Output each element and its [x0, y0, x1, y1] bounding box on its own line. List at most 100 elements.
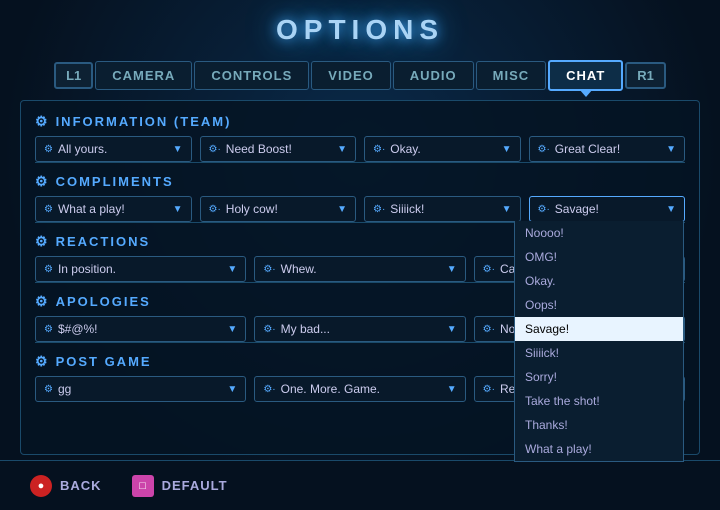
dd-value-postgame-1: One. More. Game.: [281, 382, 380, 396]
section-icon: ⚙: [35, 113, 50, 130]
dd-value-reactions-1: Whew.: [281, 262, 317, 276]
dropdown-information-0[interactable]: ⚙ All yours. ▼: [35, 136, 192, 162]
dd-icon-compliments-3: ⚙·: [538, 204, 550, 215]
dropdown-reactions-0[interactable]: ⚙ In position. ▼: [35, 256, 246, 282]
page-title: OPTIONS: [0, 14, 720, 46]
dropdown-compliments-1[interactable]: ⚙· Holy cow! ▼: [200, 196, 357, 222]
dd-arrow-compliments-2: ▼: [502, 204, 512, 215]
dd-icon-compliments-2: ⚙·: [373, 204, 385, 215]
dropdowns-row-compliments: ⚙ What a play! ▼ ⚙· Holy cow! ▼ ⚙· Siiiick! ▼ ⚙· S…: [35, 196, 685, 222]
dd-value-apologies-0: $#@%!: [58, 322, 98, 336]
default-label: DEFAULT: [162, 478, 228, 493]
dd-arrow-compliments-0: ▼: [173, 204, 183, 215]
dd-icon-apologies-0: ⚙: [44, 324, 53, 335]
dropdown-compliments-2[interactable]: ⚙· Siiiick! ▼: [364, 196, 521, 222]
section-title-information: ⚙INFORMATION (TEAM): [35, 113, 685, 130]
tab-controls[interactable]: CONTROLS: [194, 61, 309, 90]
dropdown-information-1[interactable]: ⚙· Need Boost! ▼: [200, 136, 357, 162]
dd-arrow-postgame-1: ▼: [447, 384, 457, 395]
menu-item-9[interactable]: What a play!: [515, 437, 683, 461]
dd-icon-information-0: ⚙: [44, 144, 53, 155]
section-icon: ⚙: [35, 293, 50, 310]
dd-icon-postgame-1: ⚙·: [263, 384, 275, 395]
dd-icon-apologies-1: ⚙·: [263, 324, 275, 335]
back-icon: ●: [30, 475, 52, 497]
dd-value-information-2: Okay.: [390, 142, 420, 156]
dropdown-information-2[interactable]: ⚙· Okay. ▼: [364, 136, 521, 162]
dropdown-reactions-1[interactable]: ⚙· Whew. ▼: [254, 256, 465, 282]
dd-arrow-information-3: ▼: [666, 144, 676, 155]
dd-icon-postgame-2: ⚙·: [483, 384, 495, 395]
menu-item-7[interactable]: Take the shot!: [515, 389, 683, 413]
section-compliments: ⚙COMPLIMENTS⚙What a play!▼⚙·Holy cow!▼⚙·…: [35, 173, 685, 223]
dropdown-compliments-3[interactable]: ⚙·Savage!▼Noooo!OMG!Okay.Oops!Savage!Sii…: [529, 196, 686, 222]
dd-icon-information-3: ⚙·: [538, 144, 550, 155]
back-label: BACK: [60, 478, 102, 493]
menu-item-0[interactable]: Noooo!: [515, 221, 683, 245]
dropdown-information-3[interactable]: ⚙· Great Clear! ▼: [529, 136, 686, 162]
dd-icon-apologies-2: ⚙·: [483, 324, 495, 335]
dd-icon-reactions-2: ⚙·: [483, 264, 495, 275]
default-button[interactable]: □ DEFAULT: [132, 475, 228, 497]
dd-arrow-compliments-1: ▼: [337, 204, 347, 215]
tab-camera[interactable]: CAMERA: [95, 61, 192, 90]
dropdown-compliments-0[interactable]: ⚙ What a play! ▼: [35, 196, 192, 222]
dd-arrow-information-0: ▼: [173, 144, 183, 155]
section-information: ⚙INFORMATION (TEAM)⚙All yours.▼⚙·Need Bo…: [35, 113, 685, 163]
menu-item-3[interactable]: Oops!: [515, 293, 683, 317]
divider-0: [35, 162, 685, 163]
dd-icon-compliments-1: ⚙·: [209, 204, 221, 215]
dd-value-reactions-0: In position.: [58, 262, 116, 276]
dd-arrow-reactions-1: ▼: [447, 264, 457, 275]
dd-icon-information-1: ⚙·: [209, 144, 221, 155]
dd-value-information-3: Great Clear!: [555, 142, 620, 156]
dropdown-postgame-1[interactable]: ⚙· One. More. Game. ▼: [254, 376, 465, 402]
dd-icon-compliments-0: ⚙: [44, 204, 53, 215]
dd-value-information-1: Need Boost!: [226, 142, 292, 156]
nav-btn-r1[interactable]: R1: [625, 62, 666, 89]
section-title-compliments: ⚙COMPLIMENTS: [35, 173, 685, 190]
dropdown-apologies-0[interactable]: ⚙ $#@%! ▼: [35, 316, 246, 342]
dd-arrow-information-1: ▼: [337, 144, 347, 155]
dropdowns-row-information: ⚙ All yours. ▼ ⚙· Need Boost! ▼ ⚙· Okay. ▼ ⚙· Grea…: [35, 136, 685, 162]
dd-icon-postgame-0: ⚙: [44, 384, 53, 395]
section-icon: ⚙: [35, 173, 50, 190]
dd-arrow-information-2: ▼: [502, 144, 512, 155]
dd-arrow-postgame-0: ▼: [227, 384, 237, 395]
menu-item-1[interactable]: OMG!: [515, 245, 683, 269]
dd-value-information-0: All yours.: [58, 142, 107, 156]
menu-item-5[interactable]: Siiiick!: [515, 341, 683, 365]
dd-value-compliments-1: Holy cow!: [226, 202, 278, 216]
menu-item-2[interactable]: Okay.: [515, 269, 683, 293]
dd-icon-reactions-1: ⚙·: [263, 264, 275, 275]
dd-arrow-compliments-3: ▼: [666, 204, 676, 215]
section-icon: ⚙: [35, 233, 50, 250]
section-icon: ⚙: [35, 353, 50, 370]
menu-item-8[interactable]: Thanks!: [515, 413, 683, 437]
tab-misc[interactable]: MISC: [476, 61, 547, 90]
nav-btn-l1[interactable]: L1: [54, 62, 93, 89]
tab-video[interactable]: VIDEO: [311, 61, 390, 90]
back-button[interactable]: ● BACK: [30, 475, 102, 497]
tab-bar: L1CAMERACONTROLSVIDEOAUDIOMISCCHATR1: [0, 56, 720, 94]
dd-arrow-apologies-1: ▼: [447, 324, 457, 335]
tab-chat[interactable]: CHAT: [548, 60, 623, 91]
dd-value-compliments-3: Savage!: [555, 202, 599, 216]
dd-value-postgame-0: gg: [58, 382, 71, 396]
dropdown-postgame-0[interactable]: ⚙ gg ▼: [35, 376, 246, 402]
dropdown-apologies-1[interactable]: ⚙· My bad... ▼: [254, 316, 465, 342]
default-icon: □: [132, 475, 154, 497]
dd-value-compliments-2: Siiiick!: [390, 202, 424, 216]
dd-arrow-apologies-0: ▼: [227, 324, 237, 335]
menu-item-4[interactable]: Savage!: [515, 317, 683, 341]
dd-value-apologies-1: My bad...: [281, 322, 330, 336]
dd-icon-reactions-0: ⚙: [44, 264, 53, 275]
dd-value-compliments-0: What a play!: [58, 202, 125, 216]
dd-arrow-reactions-0: ▼: [227, 264, 237, 275]
dd-icon-information-2: ⚙·: [373, 144, 385, 155]
dropdown-menu: Noooo!OMG!Okay.Oops!Savage!Siiiick!Sorry…: [514, 221, 684, 462]
menu-item-6[interactable]: Sorry!: [515, 365, 683, 389]
tab-audio[interactable]: AUDIO: [393, 61, 474, 90]
content-area: ⚙INFORMATION (TEAM)⚙All yours.▼⚙·Need Bo…: [20, 100, 700, 455]
bottom-bar: ● BACK □ DEFAULT: [0, 460, 720, 510]
